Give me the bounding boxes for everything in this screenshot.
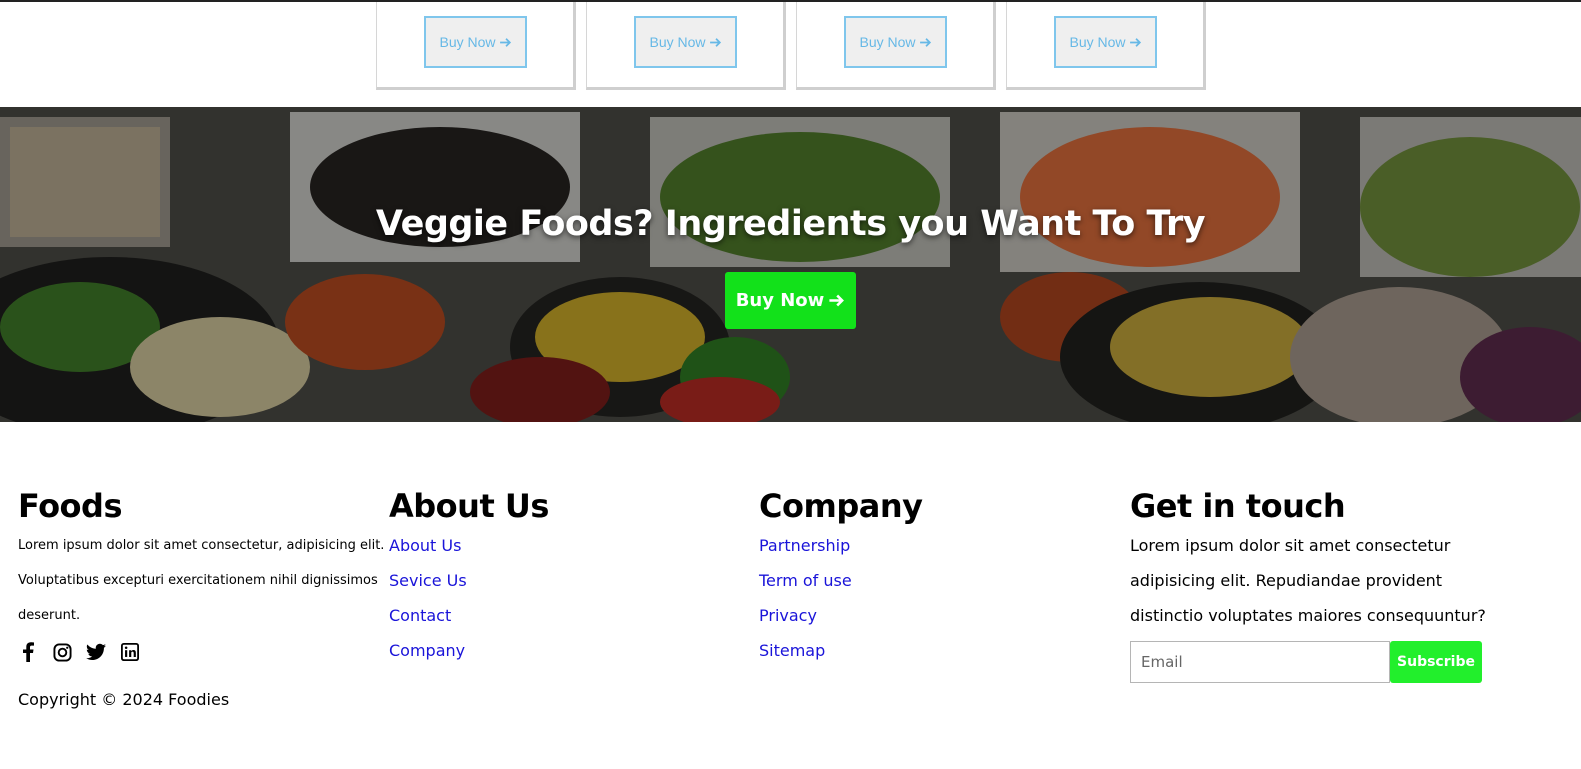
subscribe-form: Subscribe — [1130, 641, 1500, 683]
facebook-icon[interactable] — [18, 642, 38, 662]
buy-now-label: Buy Now — [439, 34, 496, 50]
vegetables-background-image — [0, 107, 1581, 422]
buy-now-label: Buy Now — [1069, 34, 1126, 50]
product-buy-now-button[interactable]: Buy Now — [424, 16, 527, 68]
footer-link-service-us[interactable]: Sevice Us — [389, 563, 549, 598]
footer-contact-heading: Get in touch — [1130, 487, 1346, 525]
product-buy-now-button[interactable]: Buy Now — [634, 16, 737, 68]
arrow-right-icon — [1129, 37, 1141, 47]
arrow-right-icon — [709, 37, 721, 47]
product-card: Buy Now — [376, 2, 576, 90]
copyright-text: Copyright © 2024 Foodies — [18, 690, 230, 709]
buy-now-label: Buy Now — [649, 34, 706, 50]
product-card: Buy Now — [796, 2, 996, 90]
product-card: Buy Now — [1006, 2, 1206, 90]
footer-contact-text: Lorem ipsum dolor sit amet consectetur a… — [1130, 536, 1486, 625]
footer-about-heading: About Us — [389, 487, 549, 525]
hero-title: Veggie Foods? Ingredients you Want To Tr… — [375, 204, 1206, 244]
product-buy-now-button[interactable]: Buy Now — [844, 16, 947, 68]
footer-link-privacy[interactable]: Privacy — [759, 598, 922, 633]
linkedin-icon[interactable] — [120, 642, 140, 662]
hero-buy-now-label: Buy Now — [735, 290, 825, 311]
twitter-icon[interactable] — [86, 642, 106, 662]
hero-buy-now-button[interactable]: Buy Now — [725, 272, 856, 329]
social-links — [18, 642, 388, 662]
product-cards-strip: Buy Now Buy Now Buy Now Buy Now — [0, 0, 1581, 107]
footer-link-contact[interactable]: Contact — [389, 598, 549, 633]
footer-foods-text: Lorem ipsum dolor sit amet consectetur, … — [18, 538, 385, 623]
arrow-right-icon — [829, 294, 845, 307]
product-card: Buy Now — [586, 2, 786, 90]
footer: Foods Lorem ipsum dolor sit amet consect… — [0, 422, 1581, 769]
footer-link-sitemap[interactable]: Sitemap — [759, 633, 922, 668]
footer-link-partnership[interactable]: Partnership — [759, 528, 922, 563]
footer-company-heading: Company — [759, 487, 923, 525]
buy-now-label: Buy Now — [859, 34, 916, 50]
footer-foods-column: Foods Lorem ipsum dolor sit amet consect… — [18, 488, 388, 662]
product-buy-now-button[interactable]: Buy Now — [1054, 16, 1157, 68]
arrow-right-icon — [499, 37, 511, 47]
instagram-icon[interactable] — [52, 642, 72, 662]
footer-about-column: About Us About Us Sevice Us Contact Comp… — [389, 488, 549, 668]
email-input[interactable] — [1130, 641, 1390, 683]
arrow-right-icon — [919, 37, 931, 47]
subscribe-button[interactable]: Subscribe — [1390, 641, 1482, 683]
footer-foods-heading: Foods — [18, 487, 122, 525]
footer-link-company[interactable]: Company — [389, 633, 549, 668]
footer-company-column: Company Partnership Term of use Privacy … — [759, 487, 923, 668]
footer-link-term-of-use[interactable]: Term of use — [759, 563, 922, 598]
footer-contact-column: Get in touch Lorem ipsum dolor sit amet … — [1130, 488, 1500, 683]
hero-banner: Veggie Foods? Ingredients you Want To Tr… — [0, 107, 1581, 422]
footer-link-about-us[interactable]: About Us — [389, 528, 549, 563]
